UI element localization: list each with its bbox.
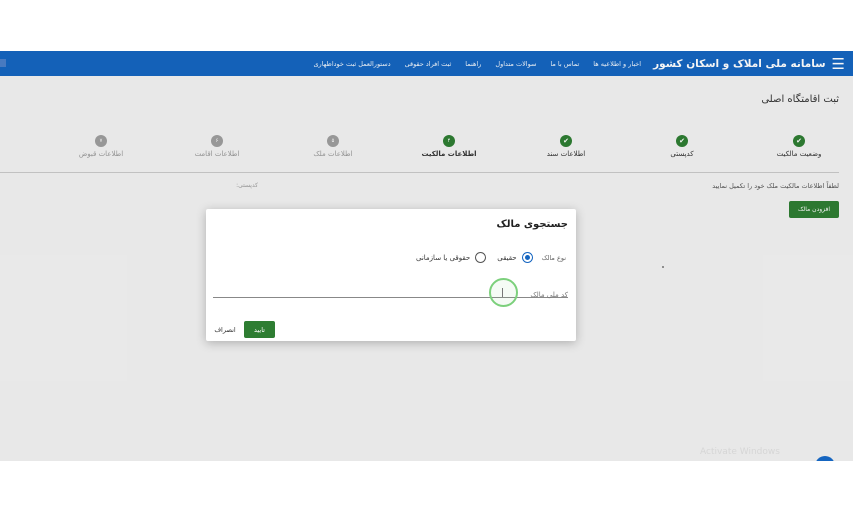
owner-type-label: نوع مالک bbox=[541, 253, 566, 262]
windows-activation-watermark: Activate Windows bbox=[700, 447, 780, 457]
confirm-button[interactable]: تایید bbox=[244, 321, 275, 338]
owner-type-group: نوع مالک حقیقی حقوقی یا سازمانی bbox=[410, 252, 566, 263]
app-frame: ☰ سامانه ملی املاک و اسکان کشور اخبار و … bbox=[0, 51, 853, 461]
radio-legal-entity[interactable] bbox=[475, 252, 487, 263]
option-natural-label[interactable]: حقیقی bbox=[497, 254, 516, 262]
radio-natural-person[interactable] bbox=[521, 252, 533, 263]
option-legal-label[interactable]: حقوقی یا سازمانی bbox=[416, 254, 470, 262]
owner-search-dialog: جستجوی مالک نوع مالک حقیقی حقوقی یا سازم… bbox=[206, 209, 576, 341]
cancel-button[interactable]: انصراف bbox=[210, 321, 240, 338]
text-cursor-icon bbox=[502, 288, 504, 297]
dialog-title: جستجوی مالک bbox=[496, 219, 568, 230]
